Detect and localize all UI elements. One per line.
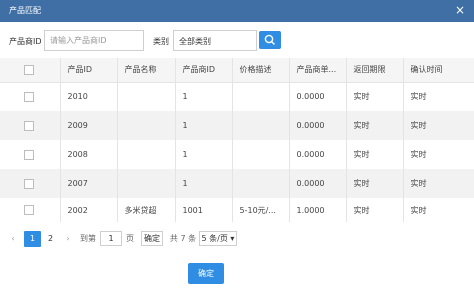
cell-price-desc xyxy=(232,82,290,111)
row-checkbox[interactable] xyxy=(24,149,34,160)
filter-bar: 产品商ID 类别 全部类别 xyxy=(0,30,474,52)
search-button[interactable] xyxy=(259,31,281,49)
page-size-value: 5 条/页 xyxy=(201,234,228,243)
close-icon[interactable]: × xyxy=(455,3,465,17)
table-row[interactable]: 2009 1 0.0000 实时 实时 xyxy=(0,111,474,140)
column-header-product-name[interactable]: 产品名称 xyxy=(117,58,176,83)
cell-vendor-id: 1001 xyxy=(175,198,233,222)
page-size-select[interactable]: 5 条/页 ▾ xyxy=(199,231,237,246)
row-select-cell xyxy=(0,198,61,222)
cell-confirm-time: 实时 xyxy=(403,198,474,222)
page-unit-label: 页 xyxy=(126,234,134,243)
cell-product-name xyxy=(117,140,176,169)
category-label: 类别 xyxy=(153,37,169,46)
select-all-cell xyxy=(0,58,61,83)
cell-vendor-id: 1 xyxy=(175,169,233,198)
row-checkbox[interactable] xyxy=(24,178,34,189)
goto-page-input[interactable]: 1 xyxy=(100,231,122,246)
cell-product-name xyxy=(117,111,176,140)
cell-return-period: 实时 xyxy=(346,111,404,140)
page-button-2[interactable]: 2 xyxy=(42,231,59,247)
table-row[interactable]: 2010 1 0.0000 实时 实时 xyxy=(0,82,474,111)
column-header-confirm-time[interactable]: 确认时间 xyxy=(403,58,474,83)
cell-product-id: 2009 xyxy=(60,111,118,140)
select-all-checkbox[interactable] xyxy=(24,64,34,75)
cell-return-period: 实时 xyxy=(346,82,404,111)
product-id-label: 产品商ID xyxy=(9,37,42,46)
next-page-icon[interactable]: › xyxy=(62,231,74,247)
product-id-input[interactable] xyxy=(44,30,144,51)
row-checkbox[interactable] xyxy=(24,120,34,131)
row-select-cell xyxy=(0,169,61,198)
dialog-title: 产品匹配 xyxy=(9,6,41,15)
dialog-titlebar: 产品匹配 × xyxy=(0,0,474,22)
cell-vendor-price: 0.0000 xyxy=(289,140,347,169)
cell-product-id: 2002 xyxy=(60,198,118,222)
pagination: ‹ 1 2 › 到第 1 页 确定 共 7 条 5 条/页 ▾ xyxy=(0,231,474,249)
goto-button[interactable]: 确定 xyxy=(141,231,163,246)
row-checkbox[interactable] xyxy=(24,91,34,102)
table-row[interactable]: 2008 1 0.0000 实时 实时 xyxy=(0,140,474,169)
cell-vendor-id: 1 xyxy=(175,111,233,140)
row-select-cell xyxy=(0,82,61,111)
cell-confirm-time: 实时 xyxy=(403,169,474,198)
table-row[interactable]: 2007 1 0.0000 实时 实时 xyxy=(0,169,474,198)
row-select-cell xyxy=(0,140,61,169)
cell-product-name xyxy=(117,82,176,111)
cell-return-period: 实时 xyxy=(346,198,404,222)
table-row[interactable]: 2002 多米贷超 1001 5-10元/... 1.0000 实时 实时 xyxy=(0,198,474,222)
total-count: 共 7 条 xyxy=(169,234,197,243)
cell-vendor-price: 0.0000 xyxy=(289,111,347,140)
cell-vendor-id: 1 xyxy=(175,82,233,111)
category-select-value: 全部类别 xyxy=(179,37,211,46)
cell-price-desc xyxy=(232,169,290,198)
cell-confirm-time: 实时 xyxy=(403,140,474,169)
cell-vendor-price: 0.0000 xyxy=(289,169,347,198)
cell-price-desc xyxy=(232,111,290,140)
prev-page-icon[interactable]: ‹ xyxy=(7,231,19,247)
cell-return-period: 实时 xyxy=(346,140,404,169)
confirm-button[interactable]: 确定 xyxy=(188,263,224,284)
column-header-price-desc[interactable]: 价格描述 xyxy=(232,58,290,83)
cell-confirm-time: 实时 xyxy=(403,82,474,111)
chevron-down-icon: ▾ xyxy=(230,234,235,243)
cell-product-id: 2008 xyxy=(60,140,118,169)
page-button-1[interactable]: 1 xyxy=(24,231,41,247)
search-icon xyxy=(264,34,275,45)
category-select[interactable]: 全部类别 xyxy=(173,30,257,51)
column-header-vendor-id[interactable]: 产品商ID xyxy=(175,58,233,83)
table-header-row: 产品ID 产品名称 产品商ID 价格描述 产品商单... 返回期限 确认时间 xyxy=(0,58,474,83)
row-checkbox[interactable] xyxy=(24,205,34,215)
row-select-cell xyxy=(0,111,61,140)
cell-confirm-time: 实时 xyxy=(403,111,474,140)
cell-vendor-price: 0.0000 xyxy=(289,82,347,111)
cell-product-name: 多米贷超 xyxy=(117,198,176,222)
cell-price-desc xyxy=(232,140,290,169)
product-table: 产品ID 产品名称 产品商ID 价格描述 产品商单... 返回期限 确认时间 2… xyxy=(0,58,474,228)
cell-vendor-price: 1.0000 xyxy=(289,198,347,222)
cell-return-period: 实时 xyxy=(346,169,404,198)
column-header-product-id[interactable]: 产品ID xyxy=(60,58,118,83)
column-header-vendor-price[interactable]: 产品商单... xyxy=(289,58,347,83)
column-header-return-period[interactable]: 返回期限 xyxy=(346,58,404,83)
cell-product-id: 2010 xyxy=(60,82,118,111)
cell-product-id: 2007 xyxy=(60,169,118,198)
cell-vendor-id: 1 xyxy=(175,140,233,169)
cell-price-desc: 5-10元/... xyxy=(232,198,290,222)
cell-product-name xyxy=(117,169,176,198)
goto-label: 到第 xyxy=(80,234,96,243)
